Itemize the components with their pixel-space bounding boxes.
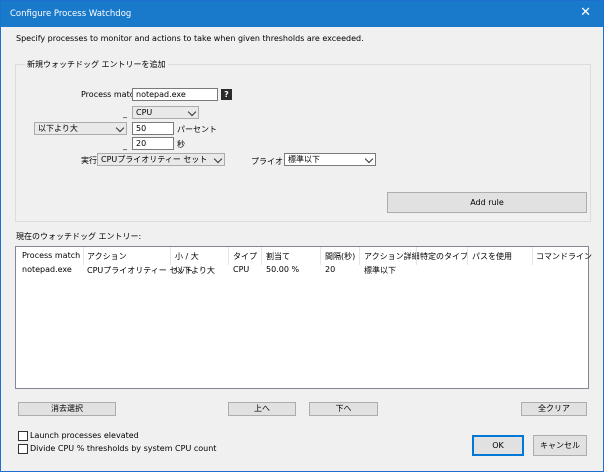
- column-command-line[interactable]: コマンドライン: [536, 251, 592, 262]
- duration-input[interactable]: 20: [132, 137, 174, 150]
- clear-all-button[interactable]: 全クリア: [521, 402, 587, 416]
- divide-cpu-checkbox[interactable]: [18, 444, 28, 454]
- duration-unit-label: 秒: [177, 140, 185, 149]
- chevron-down-icon: [364, 154, 374, 164]
- underscore-label-b: _: [123, 141, 127, 150]
- process-match-input[interactable]: notepad.exe: [132, 88, 218, 101]
- column-specific-type[interactable]: 特定のタイプ: [420, 251, 468, 262]
- cell-action-detail: 標準以下: [364, 266, 396, 275]
- window-title: Configure Process Watchdog: [10, 9, 132, 19]
- column-separator: [359, 247, 360, 265]
- column-separator: [83, 247, 84, 265]
- title-bar: Configure Process Watchdog ✕: [1, 1, 603, 27]
- column-separator: [228, 247, 229, 265]
- column-separator: [261, 247, 262, 265]
- watchdog-entries-list[interactable]: Process match アクション 小 / 大 タイプ 割当て 間隔(秒) …: [15, 246, 592, 389]
- threshold-unit-label: パーセント: [177, 125, 217, 134]
- column-interval[interactable]: 間隔(秒): [325, 251, 355, 262]
- launch-elevated-checkbox[interactable]: [18, 431, 28, 441]
- comparison-select[interactable]: 以下より大: [34, 122, 127, 135]
- cell-type: CPU: [233, 265, 250, 274]
- column-separator: [320, 247, 321, 265]
- chevron-down-icon: [187, 107, 197, 117]
- action-label: 実行: [81, 156, 97, 165]
- column-allocation[interactable]: 割当て: [266, 251, 290, 262]
- priority-select[interactable]: 標準以下: [284, 153, 376, 166]
- cell-interval: 20: [325, 265, 336, 274]
- column-action[interactable]: アクション: [87, 251, 127, 262]
- chevron-down-icon: [115, 123, 125, 133]
- cancel-button[interactable]: キャンセル: [533, 435, 587, 456]
- close-icon[interactable]: ✕: [580, 6, 591, 19]
- cell-process-match: notepad.exe: [22, 265, 72, 274]
- resource-select-value: CPU: [136, 108, 153, 117]
- cell-allocation: 50.00 %: [266, 265, 300, 274]
- help-icon[interactable]: ?: [221, 89, 232, 100]
- priority-select-value: 標準以下: [288, 155, 320, 164]
- column-separator: [416, 247, 417, 265]
- add-rule-button[interactable]: Add rule: [387, 192, 587, 213]
- new-entry-group-label: 新規ウォッチドッグ エントリーを追加: [25, 59, 168, 70]
- resource-select[interactable]: CPU: [132, 106, 199, 119]
- action-select-value: CPUプライオリティー セット: [101, 155, 208, 164]
- move-up-button[interactable]: 上へ: [228, 402, 296, 416]
- dialog-description: Specify processes to monitor and actions…: [16, 34, 364, 43]
- chevron-down-icon: [213, 154, 223, 164]
- column-use-path[interactable]: パスを使用: [472, 251, 512, 262]
- divide-cpu-label: Divide CPU % thresholds by system CPU co…: [30, 444, 217, 453]
- column-process-match[interactable]: Process match: [22, 251, 80, 260]
- action-select[interactable]: CPUプライオリティー セット: [97, 153, 225, 166]
- clear-selection-button[interactable]: 消去選択: [18, 402, 116, 416]
- launch-elevated-label: Launch processes elevated: [30, 431, 139, 440]
- column-separator: [467, 247, 468, 265]
- column-action-detail[interactable]: アクション詳細: [364, 251, 420, 262]
- column-separator: [532, 247, 533, 265]
- move-down-button[interactable]: 下へ: [309, 402, 378, 416]
- column-min-max[interactable]: 小 / 大: [175, 251, 199, 262]
- column-separator: [170, 247, 171, 265]
- list-header: Process match アクション 小 / 大 タイプ 割当て 間隔(秒) …: [16, 247, 592, 265]
- column-type[interactable]: タイプ: [233, 251, 257, 262]
- ok-button[interactable]: OK: [472, 435, 524, 456]
- watchdog-dialog: Configure Process Watchdog ✕ Specify pro…: [0, 0, 604, 472]
- underscore-label-a: _: [123, 109, 127, 118]
- threshold-input[interactable]: 50: [132, 122, 174, 135]
- cell-min-max: 以下より大: [175, 266, 215, 275]
- comparison-select-value: 以下より大: [38, 124, 78, 133]
- existing-entries-label: 現在のウォッチドッグ エントリー:: [16, 232, 142, 241]
